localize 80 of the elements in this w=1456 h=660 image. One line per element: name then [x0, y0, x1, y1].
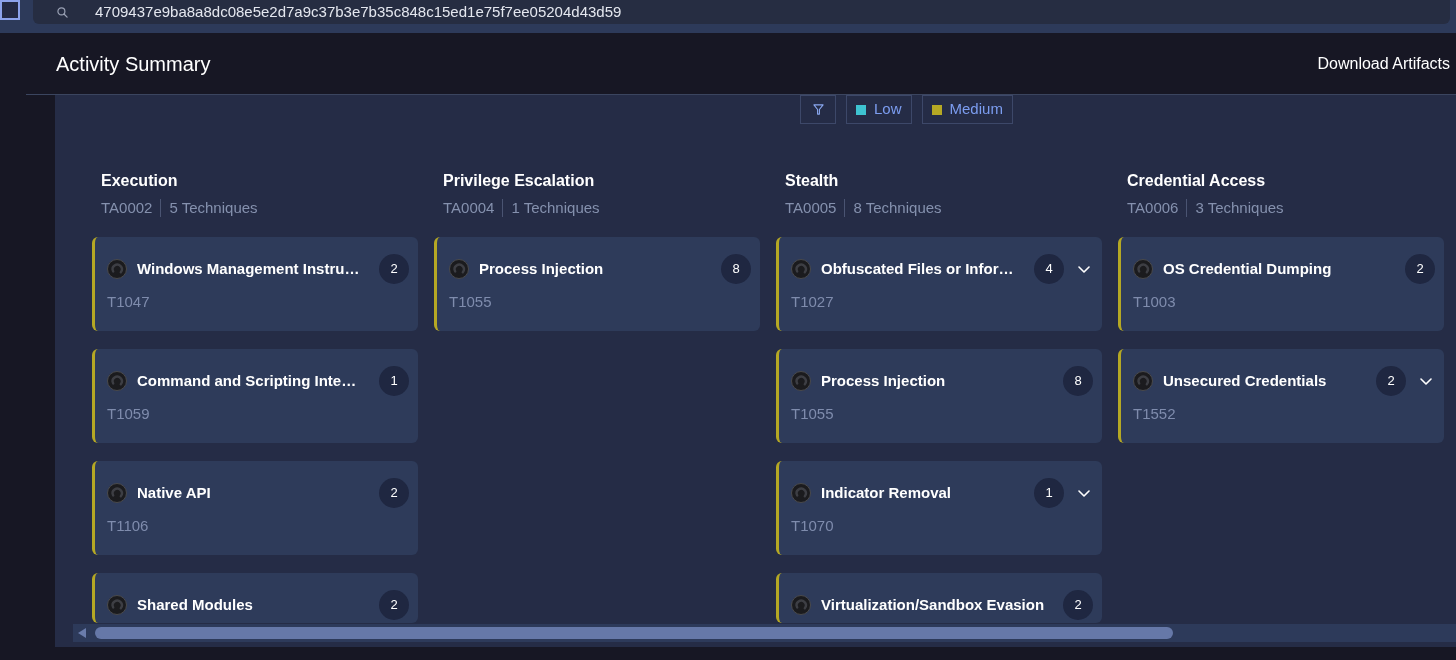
filter-button[interactable]	[800, 95, 836, 124]
swirl-icon	[107, 371, 127, 391]
swirl-icon	[1133, 259, 1153, 279]
swirl-icon	[107, 259, 127, 279]
swirl-icon	[1133, 371, 1153, 391]
chevron-down-icon[interactable]	[1420, 377, 1432, 385]
search-field[interactable]: 4709437e9ba8a8dc08e5e2d7a9c37b3e7b35c848c15ed1e75f7ee05204d43d59	[33, 0, 1450, 24]
technique-title: Command and Scripting Inte…	[137, 371, 358, 391]
swirl-icon	[107, 483, 127, 503]
page-title: Activity Summary	[56, 51, 211, 77]
technique-card[interactable]: Unsecured Credentials 2 T1552	[1118, 349, 1444, 443]
technique-code: T1055	[791, 404, 834, 424]
severity-filter-chip[interactable]: Medium	[921, 95, 1013, 124]
technique-code: T1047	[107, 292, 150, 312]
tactic-code: TA0005	[785, 198, 837, 218]
technique-code: T1003	[1133, 292, 1176, 312]
technique-card[interactable]: Shared Modules 2	[92, 573, 418, 623]
scrollbar-thumb[interactable]	[95, 627, 1173, 639]
technique-title: Virtualization/Sandbox Evasion	[821, 595, 1046, 615]
download-artifacts-button[interactable]: Download Artifacts	[1317, 51, 1450, 76]
tactic-title: Stealth	[785, 171, 839, 191]
swirl-icon	[449, 259, 469, 279]
technique-card[interactable]: Native API 2 T1106	[92, 461, 418, 555]
scrollbar-track[interactable]	[73, 624, 1456, 642]
technique-card[interactable]: Windows Management Instru… 2 T1047	[92, 237, 418, 331]
technique-title: Obfuscated Files or Infor…	[821, 259, 1015, 279]
count-badge: 2	[1405, 254, 1435, 284]
count-badge: 2	[379, 478, 409, 508]
count-badge: 2	[379, 254, 409, 284]
technique-title: Unsecured Credentials	[1163, 371, 1328, 391]
tactic-title: Privilege Escalation	[443, 171, 595, 191]
technique-title: Shared Modules	[137, 595, 254, 615]
tactic-title: Execution	[101, 171, 178, 191]
technique-code: T1055	[449, 292, 492, 312]
technique-title: Process Injection	[479, 259, 605, 279]
filter-icon	[812, 104, 824, 115]
tactic-code: TA0006	[1127, 198, 1179, 218]
swirl-icon	[791, 595, 811, 615]
count-badge: 1	[379, 366, 409, 396]
technique-code: T1059	[107, 404, 150, 424]
count-badge: 2	[1376, 366, 1406, 396]
count-badge: 8	[721, 254, 751, 284]
technique-card[interactable]: Process Injection 8 T1055	[776, 349, 1102, 443]
tactic-code: TA0004	[443, 198, 495, 218]
technique-card[interactable]: Indicator Removal 1 T1070	[776, 461, 1102, 555]
technique-card[interactable]: OS Credential Dumping 2 T1003	[1118, 237, 1444, 331]
technique-card[interactable]: Command and Scripting Inte… 1 T1059	[92, 349, 418, 443]
count-badge: 1	[1034, 478, 1064, 508]
swirl-icon	[107, 595, 127, 615]
technique-count: 5 Techniques	[169, 198, 258, 218]
technique-count: 3 Techniques	[1195, 198, 1284, 218]
technique-title: Process Injection	[821, 371, 947, 391]
count-badge: 4	[1034, 254, 1064, 284]
technique-title: Native API	[137, 483, 212, 503]
technique-title: Windows Management Instru…	[137, 259, 361, 279]
outlined-square-button[interactable]	[0, 0, 20, 20]
technique-count: 1 Techniques	[511, 198, 600, 218]
swirl-icon	[791, 259, 811, 279]
technique-code: T1552	[1133, 404, 1176, 424]
chevron-down-icon[interactable]	[1078, 265, 1090, 273]
technique-card[interactable]: Virtualization/Sandbox Evasion 2	[776, 573, 1102, 623]
chevron-down-icon[interactable]	[1078, 489, 1090, 497]
technique-title: OS Credential Dumping	[1163, 259, 1333, 279]
technique-code: T1070	[791, 516, 834, 536]
tactic-title: Credential Access	[1127, 171, 1266, 191]
count-badge: 8	[1063, 366, 1093, 396]
swirl-icon	[791, 483, 811, 503]
swirl-icon	[791, 371, 811, 391]
technique-card[interactable]: Process Injection 8 T1055	[434, 237, 760, 331]
technique-code: T1027	[791, 292, 834, 312]
technique-code: T1106	[107, 516, 149, 536]
count-badge: 2	[379, 590, 409, 620]
count-badge: 2	[1063, 590, 1093, 620]
tactic-code: TA0002	[101, 198, 153, 218]
technique-title: Indicator Removal	[821, 483, 953, 503]
severity-filter-chip[interactable]: Low	[846, 95, 912, 124]
technique-card[interactable]: Obfuscated Files or Infor… 4 T1027	[776, 237, 1102, 331]
search-icon	[57, 6, 68, 18]
technique-count: 8 Techniques	[853, 198, 942, 218]
scroll-left-arrow-icon[interactable]	[78, 628, 86, 638]
